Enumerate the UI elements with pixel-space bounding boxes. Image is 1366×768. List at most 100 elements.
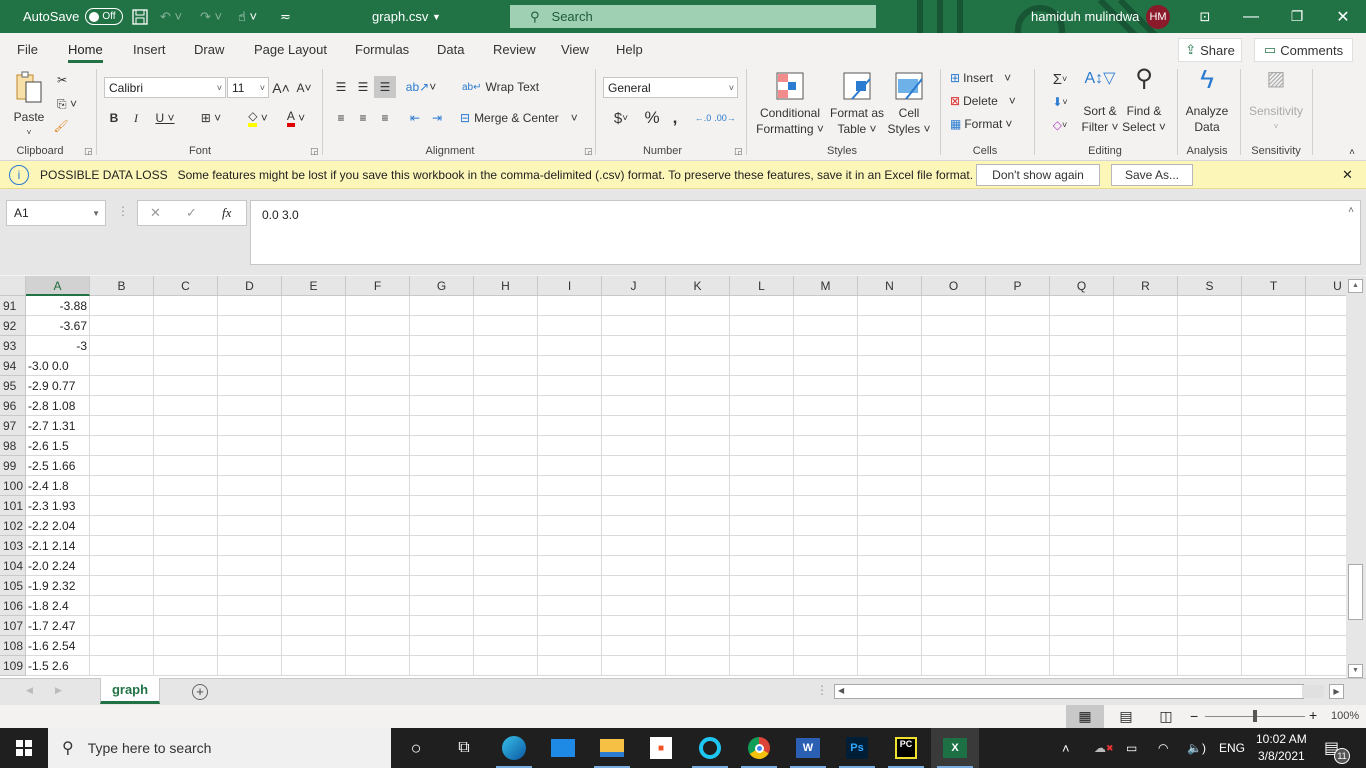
zoom-out-icon[interactable]: − — [1190, 708, 1198, 724]
cell-empty[interactable] — [1306, 356, 1346, 376]
cell-empty[interactable] — [1242, 616, 1306, 636]
cell-empty[interactable] — [986, 416, 1050, 436]
row-header[interactable]: 109 — [0, 656, 26, 676]
minimize-icon[interactable]: — — [1228, 0, 1274, 33]
cell-empty[interactable] — [922, 376, 986, 396]
cell-empty[interactable] — [602, 316, 666, 336]
cell-empty[interactable] — [794, 616, 858, 636]
language-indicator[interactable]: ENG — [1219, 728, 1245, 768]
cell-empty[interactable] — [922, 516, 986, 536]
cell-empty[interactable] — [1242, 356, 1306, 376]
cell-empty[interactable] — [346, 416, 410, 436]
column-header-b[interactable]: B — [90, 276, 154, 296]
cell-empty[interactable] — [602, 476, 666, 496]
start-button[interactable] — [0, 728, 48, 768]
cell-empty[interactable] — [474, 536, 538, 556]
cell-empty[interactable] — [858, 516, 922, 536]
restore-icon[interactable]: ❐ — [1274, 0, 1320, 33]
cell-empty[interactable] — [1306, 596, 1346, 616]
cell-empty[interactable] — [1114, 416, 1178, 436]
cell-empty[interactable] — [1178, 456, 1242, 476]
cell-empty[interactable] — [730, 316, 794, 336]
scroll-right-icon[interactable]: ▶ — [1329, 684, 1344, 699]
cell-empty[interactable] — [410, 396, 474, 416]
row-header[interactable]: 91 — [0, 296, 26, 316]
cell-empty[interactable] — [1306, 336, 1346, 356]
cell-a[interactable]: -1.6 2.54 — [26, 636, 90, 656]
cell-empty[interactable] — [1114, 376, 1178, 396]
number-format-select[interactable]: General ˅ — [603, 77, 738, 98]
cell-empty[interactable] — [858, 416, 922, 436]
column-header-q[interactable]: Q — [1050, 276, 1114, 296]
customize-qat-icon[interactable]: ≂ — [280, 0, 291, 33]
cell-empty[interactable] — [1050, 656, 1114, 676]
cell-empty[interactable] — [282, 536, 346, 556]
cell-empty[interactable] — [154, 516, 218, 536]
borders-button[interactable]: ⊞ ˅ — [196, 108, 226, 128]
cell-empty[interactable] — [410, 616, 474, 636]
cell-empty[interactable] — [218, 576, 282, 596]
cell-empty[interactable] — [1306, 296, 1346, 316]
cell-empty[interactable] — [602, 556, 666, 576]
cell-empty[interactable] — [602, 296, 666, 316]
cell-empty[interactable] — [346, 636, 410, 656]
cell-empty[interactable] — [1242, 296, 1306, 316]
cell-empty[interactable] — [794, 376, 858, 396]
cell-empty[interactable] — [1178, 616, 1242, 636]
cell-empty[interactable] — [90, 396, 154, 416]
volume-icon[interactable]: 🔈) — [1187, 728, 1206, 768]
cell-empty[interactable] — [474, 336, 538, 356]
cell-a[interactable]: -2.3 1.93 — [26, 496, 90, 516]
cell-empty[interactable] — [602, 636, 666, 656]
zoom-in-icon[interactable]: + — [1309, 707, 1317, 723]
scroll-down-icon[interactable]: ▼ — [1348, 664, 1363, 678]
cell-empty[interactable] — [922, 636, 986, 656]
cell-empty[interactable] — [986, 516, 1050, 536]
photoshop-icon[interactable]: Ps — [833, 728, 881, 768]
cell-empty[interactable] — [922, 476, 986, 496]
tab-view[interactable]: View — [561, 33, 589, 65]
cell-empty[interactable] — [282, 396, 346, 416]
cell-empty[interactable] — [218, 476, 282, 496]
cell-empty[interactable] — [730, 376, 794, 396]
cell-empty[interactable] — [154, 496, 218, 516]
cell-empty[interactable] — [90, 656, 154, 676]
cell-empty[interactable] — [346, 656, 410, 676]
cell-empty[interactable] — [410, 536, 474, 556]
row-header[interactable]: 102 — [0, 516, 26, 536]
cell-empty[interactable] — [730, 556, 794, 576]
cell-empty[interactable] — [730, 516, 794, 536]
cell-empty[interactable] — [730, 636, 794, 656]
cell-empty[interactable] — [1178, 556, 1242, 576]
taskbar-search[interactable]: ⚲ Type here to search — [48, 728, 391, 768]
cell-empty[interactable] — [858, 336, 922, 356]
cell-empty[interactable] — [858, 396, 922, 416]
cell-empty[interactable] — [602, 516, 666, 536]
cell-empty[interactable] — [538, 376, 602, 396]
sensitivity-button[interactable]: ▨ Sensitivity ˅ — [1244, 69, 1308, 135]
cell-empty[interactable] — [410, 376, 474, 396]
cell-empty[interactable] — [1050, 336, 1114, 356]
cell-empty[interactable] — [1178, 396, 1242, 416]
edge-icon[interactable] — [490, 728, 538, 768]
autosave-switch[interactable]: Off — [85, 8, 124, 25]
cell-empty[interactable] — [154, 356, 218, 376]
cell-empty[interactable] — [1306, 516, 1346, 536]
sheet-tab-graph[interactable]: graph — [100, 678, 160, 704]
cell-empty[interactable] — [1114, 496, 1178, 516]
notifications-icon[interactable]: ▤ 11 — [1324, 728, 1350, 768]
cell-empty[interactable] — [1050, 376, 1114, 396]
cell-empty[interactable] — [154, 376, 218, 396]
avatar[interactable]: HM — [1146, 4, 1170, 29]
column-header-c[interactable]: C — [154, 276, 218, 296]
cell-empty[interactable] — [410, 356, 474, 376]
tab-insert[interactable]: Insert — [133, 33, 166, 65]
cell-empty[interactable] — [986, 636, 1050, 656]
tab-split-grip[interactable]: ⋮ — [816, 683, 828, 697]
page-layout-view-icon[interactable]: ▤ — [1114, 705, 1138, 728]
cell-empty[interactable] — [1178, 436, 1242, 456]
cell-empty[interactable] — [1114, 616, 1178, 636]
cell-empty[interactable] — [154, 416, 218, 436]
cell-empty[interactable] — [90, 536, 154, 556]
cell-empty[interactable] — [794, 656, 858, 676]
